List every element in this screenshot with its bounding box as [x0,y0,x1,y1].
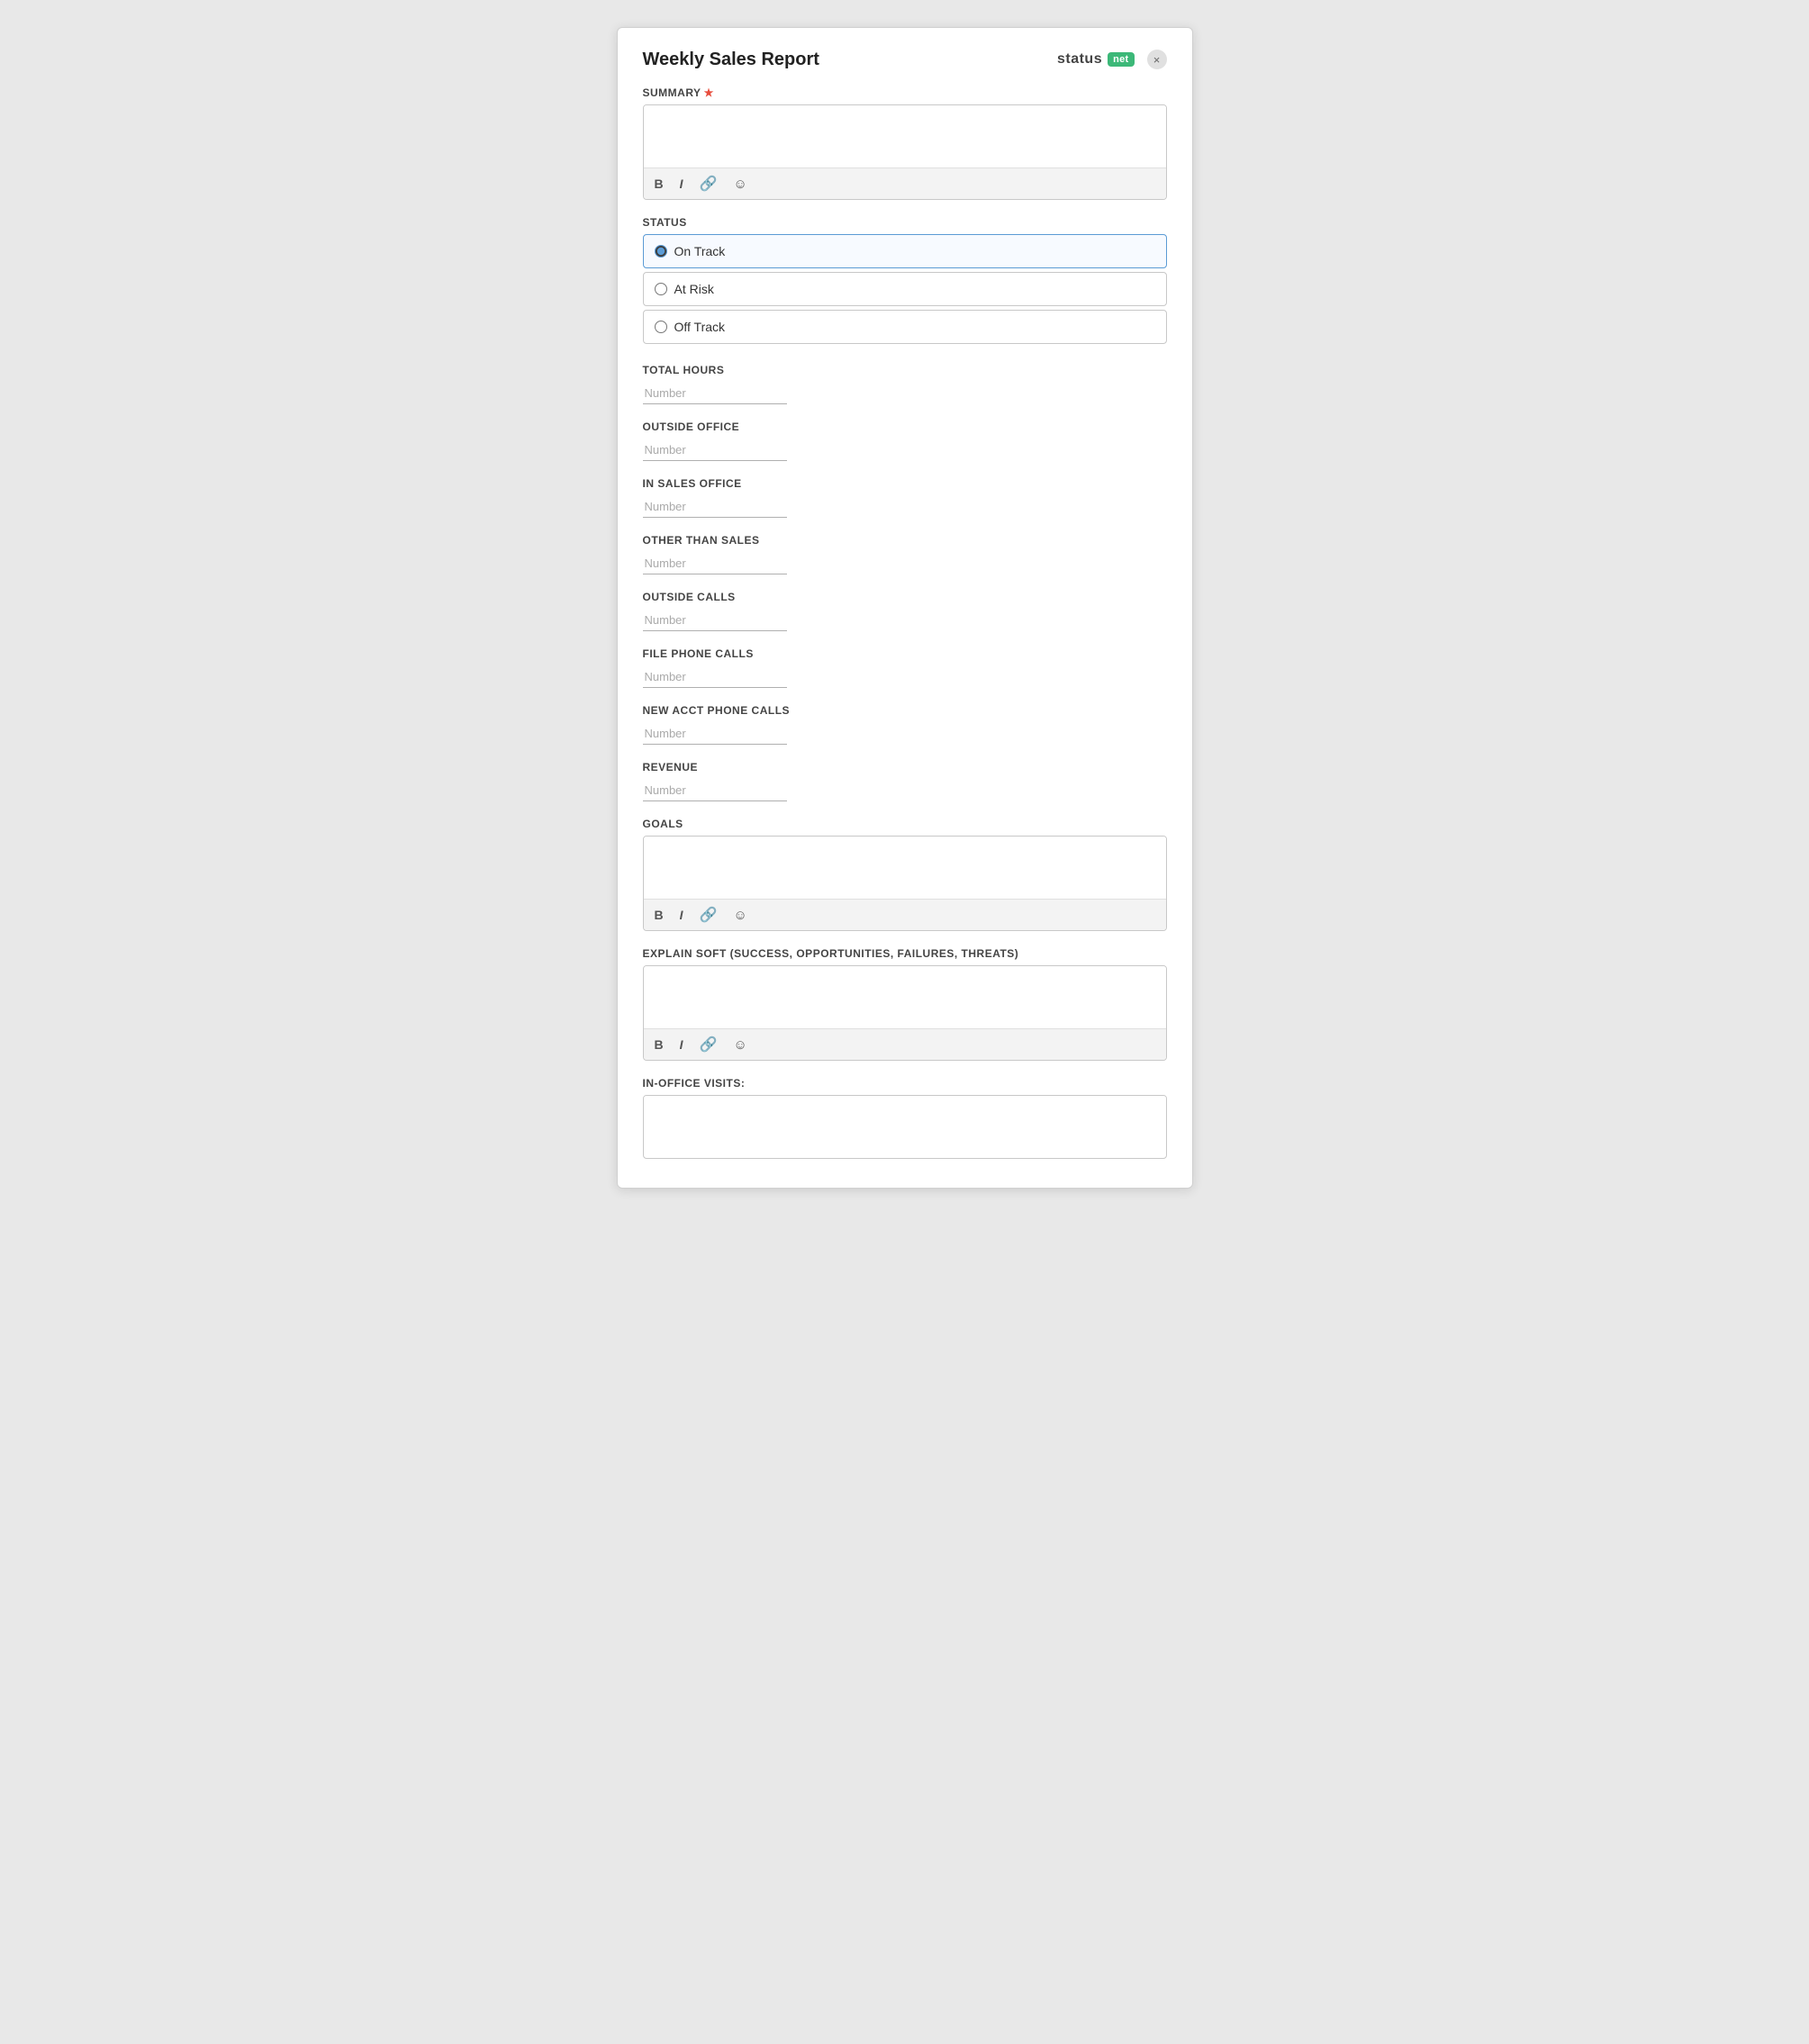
summary-toolbar: B I 🔗 ☺ [644,167,1166,199]
status-badge-container: status net × [1057,50,1167,69]
summary-textarea[interactable] [644,105,1166,163]
in-office-visits-rich-text-wrapper [643,1095,1167,1159]
status-off-track-option[interactable]: Off Track [643,310,1167,344]
summary-section: SUMMARY★ B I 🔗 ☺ [643,86,1167,200]
goals-toolbar: B I 🔗 ☺ [644,899,1166,930]
explain-soft-section: EXPLAIN SOFT (SUCCESS, OPPORTUNITIES, FA… [643,947,1167,1061]
new-acct-phone-calls-input[interactable] [643,722,787,745]
total-hours-field-wrapper [643,382,1167,404]
status-at-risk-label: At Risk [674,282,714,296]
revenue-section: REVENUE [643,761,1167,801]
outside-calls-field-wrapper [643,609,1167,631]
status-radio-group: On Track At Risk Off Track [643,234,1167,348]
other-than-sales-input[interactable] [643,552,787,574]
new-acct-phone-calls-label: NEW ACCT PHONE CALLS [643,704,1167,717]
explain-soft-toolbar: B I 🔗 ☺ [644,1028,1166,1060]
modal-title-group: Weekly Sales Report [643,50,819,70]
status-off-track-radio[interactable] [655,321,667,333]
goals-section: GOALS B I 🔗 ☺ [643,818,1167,931]
total-hours-section: TOTAL HOURS [643,364,1167,404]
goals-italic-button[interactable]: I [676,906,687,924]
required-star: ★ [704,86,714,99]
close-button[interactable]: × [1147,50,1167,69]
summary-label: SUMMARY★ [643,86,1167,99]
total-hours-label: TOTAL HOURS [643,364,1167,376]
modal-header: Weekly Sales Report status net × [643,50,1167,70]
revenue-label: REVENUE [643,761,1167,773]
summary-italic-button[interactable]: I [676,175,687,193]
revenue-input[interactable] [643,779,787,801]
explain-soft-italic-button[interactable]: I [676,1036,687,1054]
status-on-track-radio[interactable] [655,245,667,258]
status-label: status [1057,51,1102,68]
goals-emoji-button[interactable]: ☺ [729,906,750,925]
explain-soft-link-button[interactable]: 🔗 [696,1034,721,1055]
explain-soft-bold-button[interactable]: B [651,1036,667,1054]
other-than-sales-label: OTHER THAN SALES [643,534,1167,547]
goals-textarea[interactable] [644,837,1166,894]
summary-bold-button[interactable]: B [651,175,667,193]
outside-calls-input[interactable] [643,609,787,631]
explain-soft-emoji-button[interactable]: ☺ [729,1036,750,1054]
goals-rich-text-wrapper: B I 🔗 ☺ [643,836,1167,931]
summary-rich-text-wrapper: B I 🔗 ☺ [643,104,1167,200]
in-sales-office-section: IN SALES OFFICE [643,477,1167,518]
outside-calls-label: OUTSIDE CALLS [643,591,1167,603]
revenue-field-wrapper [643,779,1167,801]
status-section: STATUS On Track At Risk Off Track [643,216,1167,348]
summary-link-button[interactable]: 🔗 [696,173,721,194]
status-label: STATUS [643,216,1167,229]
other-than-sales-section: OTHER THAN SALES [643,534,1167,574]
outside-calls-section: OUTSIDE CALLS [643,591,1167,631]
status-net-badge: net [1108,52,1134,67]
file-phone-calls-input[interactable] [643,665,787,688]
in-sales-office-label: IN SALES OFFICE [643,477,1167,490]
goals-bold-button[interactable]: B [651,906,667,924]
outside-office-field-wrapper [643,439,1167,461]
status-at-risk-option[interactable]: At Risk [643,272,1167,306]
weekly-sales-report-modal: Weekly Sales Report status net × SUMMARY… [617,27,1193,1189]
goals-link-button[interactable]: 🔗 [696,904,721,926]
modal-title: Weekly Sales Report [643,50,819,70]
in-sales-office-field-wrapper [643,495,1167,518]
total-hours-input[interactable] [643,382,787,404]
status-on-track-label: On Track [674,244,726,258]
explain-soft-label: EXPLAIN SOFT (SUCCESS, OPPORTUNITIES, FA… [643,947,1167,960]
status-on-track-option[interactable]: On Track [643,234,1167,268]
other-than-sales-field-wrapper [643,552,1167,574]
file-phone-calls-section: FILE PHONE CALLS [643,647,1167,688]
status-off-track-label: Off Track [674,320,726,334]
outside-office-label: OUTSIDE OFFICE [643,421,1167,433]
file-phone-calls-field-wrapper [643,665,1167,688]
explain-soft-rich-text-wrapper: B I 🔗 ☺ [643,965,1167,1061]
new-acct-phone-calls-section: NEW ACCT PHONE CALLS [643,704,1167,745]
new-acct-phone-calls-field-wrapper [643,722,1167,745]
outside-office-input[interactable] [643,439,787,461]
status-at-risk-radio[interactable] [655,283,667,295]
goals-label: GOALS [643,818,1167,830]
in-office-visits-section: IN-OFFICE VISITS: [643,1077,1167,1159]
file-phone-calls-label: FILE PHONE CALLS [643,647,1167,660]
outside-office-section: OUTSIDE OFFICE [643,421,1167,461]
in-office-visits-label: IN-OFFICE VISITS: [643,1077,1167,1090]
in-sales-office-input[interactable] [643,495,787,518]
in-office-visits-textarea[interactable] [644,1096,1166,1153]
explain-soft-textarea[interactable] [644,966,1166,1024]
summary-emoji-button[interactable]: ☺ [729,175,750,194]
